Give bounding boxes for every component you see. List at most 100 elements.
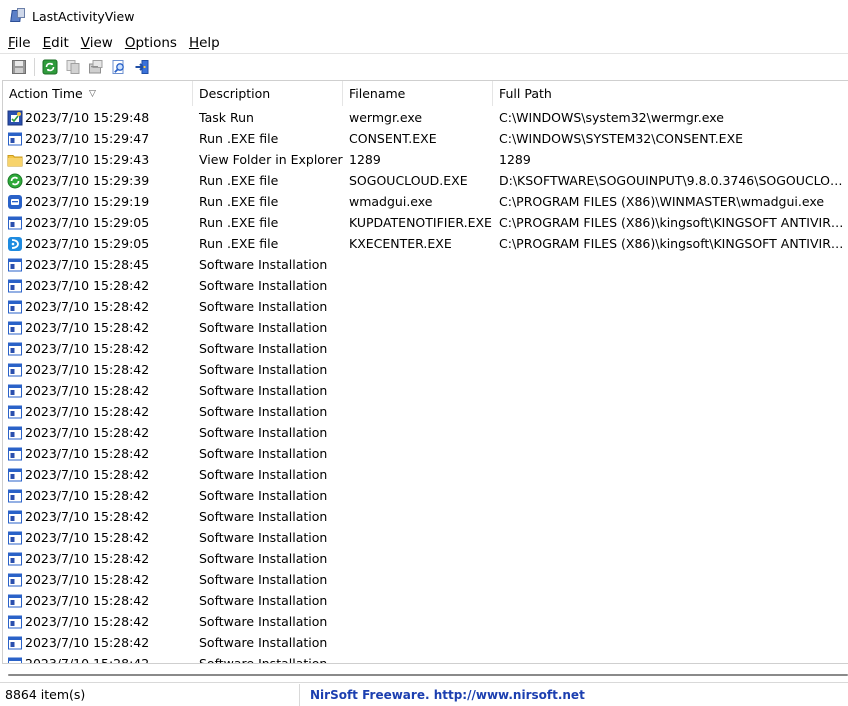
- table-row[interactable]: 2023/7/10 15:29:05 Run .EXE file KUPDATENO…: [3, 212, 848, 233]
- time-text: 2023/7/10 15:28:42: [25, 614, 150, 629]
- cell-description: Software Installation: [199, 278, 328, 293]
- cell-action-time: 2023/7/10 15:28:42: [3, 401, 193, 422]
- menu-help[interactable]: Help: [183, 33, 226, 53]
- cell-description: Software Installation: [199, 530, 328, 545]
- cell-filename: [343, 296, 493, 317]
- cell-description: Software Installation: [199, 593, 328, 608]
- cell-full-path: [493, 506, 848, 527]
- column-header-filename[interactable]: Filename: [343, 81, 493, 106]
- column-header-full-path[interactable]: Full Path: [493, 81, 848, 106]
- cell-full-path: [493, 359, 848, 380]
- table-row[interactable]: 2023/7/10 15:28:42 Software Installation: [3, 464, 848, 485]
- cell-action-time: 2023/7/10 15:28:42: [3, 590, 193, 611]
- copy-icon[interactable]: [64, 58, 82, 76]
- cell-description: Software Installation: [199, 488, 328, 503]
- cell-filename: [343, 632, 493, 653]
- cell-action-time: 2023/7/10 15:28:42: [3, 380, 193, 401]
- table-row[interactable]: 2023/7/10 15:28:42 Software Installation: [3, 485, 848, 506]
- table-row[interactable]: 2023/7/10 15:28:42 Software Installation: [3, 380, 848, 401]
- column-header-description[interactable]: Description: [193, 81, 343, 106]
- cell-description: Task Run: [199, 110, 254, 125]
- table-row[interactable]: 2023/7/10 15:28:42 Software Installation: [3, 338, 848, 359]
- cell-description: Software Installation: [199, 383, 328, 398]
- table-row[interactable]: 2023/7/10 15:28:42 Software Installation: [3, 548, 848, 569]
- window-icon: [7, 614, 23, 630]
- table-row[interactable]: 2023/7/10 15:28:42 Software Installation: [3, 569, 848, 590]
- cell-filename: [343, 590, 493, 611]
- sogou-cloud-icon: [7, 173, 23, 189]
- cell-description: Run .EXE file: [199, 236, 279, 251]
- cell-action-time: 2023/7/10 15:29:19: [3, 191, 193, 212]
- cell-action-time: 2023/7/10 15:29:05: [3, 212, 193, 233]
- menu-options[interactable]: Options: [119, 33, 183, 53]
- table-row[interactable]: 2023/7/10 15:28:42 Software Installation: [3, 590, 848, 611]
- cell-full-path: [493, 275, 848, 296]
- table-row[interactable]: 2023/7/10 15:28:42 Software Installation: [3, 275, 848, 296]
- window-icon: [7, 131, 23, 147]
- table-row[interactable]: 2023/7/10 15:28:42 Software Installation: [3, 653, 848, 664]
- cell-full-path: [493, 338, 848, 359]
- find-icon[interactable]: [110, 58, 128, 76]
- table-row[interactable]: 2023/7/10 15:29:43 View Folder in Explore…: [3, 149, 848, 170]
- time-text: 2023/7/10 15:29:05: [25, 236, 150, 251]
- window-icon: [7, 425, 23, 441]
- wmadgui-icon: [7, 194, 23, 210]
- horizontal-scrollbar[interactable]: [2, 664, 848, 681]
- properties-icon[interactable]: [87, 58, 105, 76]
- cell-action-time: 2023/7/10 15:28:42: [3, 527, 193, 548]
- nirsoft-link[interactable]: NirSoft Freeware. http://www.nirsoft.net: [300, 688, 585, 702]
- column-label: Full Path: [499, 86, 552, 101]
- table-row[interactable]: 2023/7/10 15:28:42 Software Installation: [3, 443, 848, 464]
- table-row[interactable]: 2023/7/10 15:29:47 Run .EXE file CONSENT.E…: [3, 128, 848, 149]
- cell-full-path: [493, 380, 848, 401]
- table-row[interactable]: 2023/7/10 15:28:42 Software Installation: [3, 317, 848, 338]
- title-bar[interactable]: LastActivityView: [0, 0, 848, 32]
- cell-description: Run .EXE file: [199, 131, 279, 146]
- cell-action-time: 2023/7/10 15:28:42: [3, 275, 193, 296]
- window-icon: [7, 215, 23, 231]
- task-icon: [7, 110, 23, 126]
- cell-full-path: [493, 464, 848, 485]
- cell-full-path: [493, 317, 848, 338]
- cell-filename: [343, 254, 493, 275]
- cell-description: Software Installation: [199, 656, 328, 664]
- table-row[interactable]: 2023/7/10 15:28:42 Software Installation: [3, 422, 848, 443]
- table-row[interactable]: 2023/7/10 15:29:48 Task Run wermgr.exe C:\W…: [3, 107, 848, 128]
- table-row[interactable]: 2023/7/10 15:28:42 Software Installation: [3, 296, 848, 317]
- table-row[interactable]: 2023/7/10 15:28:42 Software Installation: [3, 359, 848, 380]
- cell-description: Software Installation: [199, 362, 328, 377]
- table-row[interactable]: 2023/7/10 15:28:42 Software Installation: [3, 506, 848, 527]
- refresh-icon[interactable]: [41, 58, 59, 76]
- save-icon[interactable]: [10, 58, 28, 76]
- column-label: Action Time: [9, 86, 83, 101]
- table-row[interactable]: 2023/7/10 15:29:19 Run .EXE file wmadgui.e…: [3, 191, 848, 212]
- cell-full-path: D:\KSOFTWARE\SOGOUINPUT\9.8.0.3746\SOGOU…: [499, 173, 848, 188]
- cell-description: Software Installation: [199, 635, 328, 650]
- cell-action-time: 2023/7/10 15:28:45: [3, 254, 193, 275]
- table-row[interactable]: 2023/7/10 15:28:45 Software Installation: [3, 254, 848, 275]
- time-text: 2023/7/10 15:29:48: [25, 110, 150, 125]
- toolbar-separator: [34, 57, 35, 76]
- table-row[interactable]: 2023/7/10 15:28:42 Software Installation: [3, 527, 848, 548]
- window-icon: [7, 341, 23, 357]
- table-row[interactable]: 2023/7/10 15:28:42 Software Installation: [3, 401, 848, 422]
- time-text: 2023/7/10 15:28:42: [25, 635, 150, 650]
- column-header-action-time[interactable]: Action Time ▽: [3, 81, 193, 106]
- activity-list[interactable]: Action Time ▽ Description Filename Full …: [2, 80, 848, 664]
- scrollbar-thumb[interactable]: [8, 674, 848, 676]
- table-row[interactable]: 2023/7/10 15:28:42 Software Installation: [3, 632, 848, 653]
- menu-edit[interactable]: Edit: [37, 33, 75, 53]
- time-text: 2023/7/10 15:29:47: [25, 131, 150, 146]
- menu-file[interactable]: File: [2, 33, 37, 53]
- cell-full-path: [493, 485, 848, 506]
- cell-filename: KXECENTER.EXE: [349, 236, 452, 251]
- table-row[interactable]: 2023/7/10 15:29:39 Run .EXE file SOGOUCLOU…: [3, 170, 848, 191]
- cell-action-time: 2023/7/10 15:28:42: [3, 464, 193, 485]
- cell-filename: [343, 611, 493, 632]
- menu-view[interactable]: View: [75, 33, 119, 53]
- cell-filename: [343, 275, 493, 296]
- table-row[interactable]: 2023/7/10 15:29:05 Run .EXE file KXECENTER…: [3, 233, 848, 254]
- exit-icon[interactable]: [133, 58, 151, 76]
- table-row[interactable]: 2023/7/10 15:28:42 Software Installation: [3, 611, 848, 632]
- cell-description: Run .EXE file: [199, 215, 279, 230]
